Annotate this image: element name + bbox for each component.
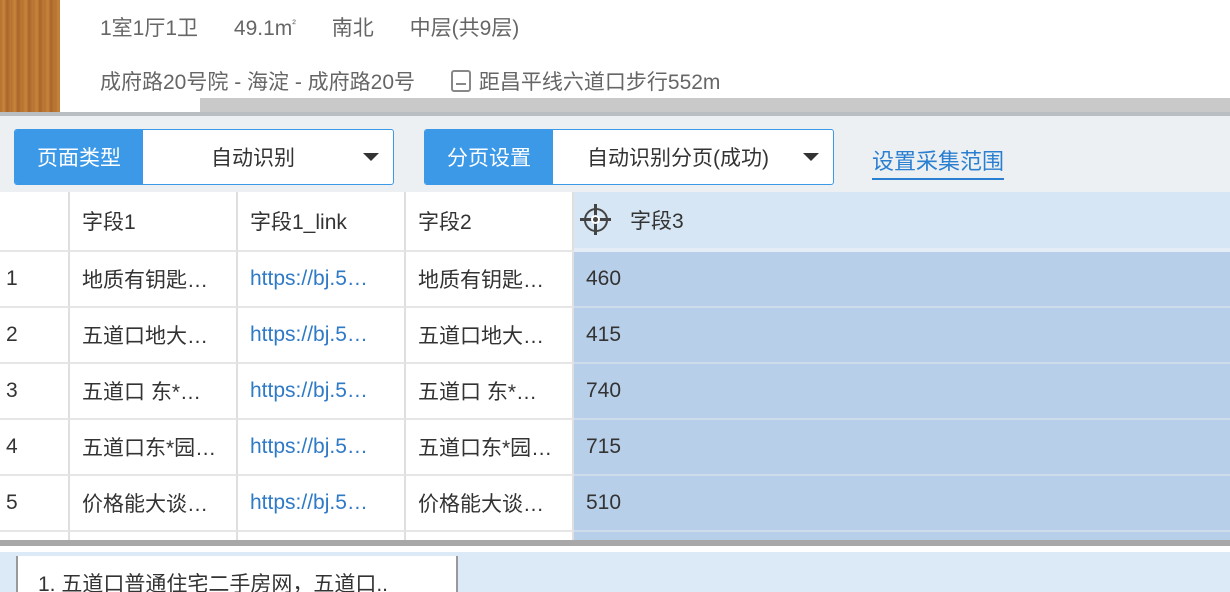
cell-field1-link[interactable]: https://bj.5… <box>238 252 406 308</box>
page-type-label: 页面类型 <box>15 130 143 184</box>
table-header: 字段1 字段1_link 字段2 字段3 <box>0 192 1230 252</box>
cell-text: 五道口地大… <box>418 325 544 348</box>
cell-field2[interactable]: 价格能大谈… <box>406 476 574 532</box>
listing-subway: 距昌平线六道口步行552m <box>478 71 721 94</box>
cell-field1 <box>70 532 238 540</box>
set-range-link[interactable]: 设置采集范围 <box>872 144 1005 180</box>
cell-text: 五道口东*园… <box>82 437 217 460</box>
cell-field1[interactable]: 价格能大谈… <box>70 476 238 532</box>
cell-text: 地质有钥匙… <box>82 269 208 292</box>
paging-value-text: 自动识别分页(成功) <box>587 147 769 170</box>
cell-field2[interactable]: 五道口东*园… <box>406 420 574 476</box>
cell-field3[interactable]: 740 <box>574 364 1230 420</box>
listing-floor: 中层(共9层) <box>409 17 520 40</box>
table-row-partial <box>0 532 1230 540</box>
header-index <box>0 192 70 252</box>
header-field3-label: 字段3 <box>630 210 684 233</box>
row-index <box>0 532 70 540</box>
paging-value[interactable]: 自动识别分页(成功) <box>553 130 833 184</box>
cell-text: 五道口地大… <box>82 325 208 348</box>
table-row[interactable]: 1 地质有钥匙… https://bj.5… 地质有钥匙… 460 <box>0 252 1230 308</box>
page-type-value-text: 自动识别 <box>211 147 295 170</box>
list-item[interactable]: 1. 五道口普通住宅二手房网，五道口.. <box>16 556 458 592</box>
cell-field1-link[interactable]: https://bj.5… <box>238 308 406 364</box>
cell-text: 地质有钥匙… <box>418 269 544 292</box>
header-field2[interactable]: 字段2 <box>406 192 574 252</box>
horizontal-scrollbar[interactable] <box>200 98 1230 112</box>
cell-field1-link[interactable]: https://bj.5… <box>238 364 406 420</box>
header-field1-link[interactable]: 字段1_link <box>238 192 406 252</box>
panel-resize-handle[interactable] <box>0 540 1230 552</box>
listing-area: 49.1m² <box>233 17 296 40</box>
header-field3[interactable]: 字段3 <box>574 192 1230 252</box>
cell-field2[interactable]: 地质有钥匙… <box>406 252 574 308</box>
cell-field1[interactable]: 地质有钥匙… <box>70 252 238 308</box>
page-type-select[interactable]: 页面类型 自动识别 <box>14 129 394 185</box>
cell-link[interactable]: https://bj.5… <box>250 267 404 291</box>
cell-field1[interactable]: 五道口 东*… <box>70 364 238 420</box>
row-index: 1 <box>0 252 70 308</box>
cell-field3[interactable]: 715 <box>574 420 1230 476</box>
cell-field1-link <box>238 532 406 540</box>
cell-field2[interactable]: 五道口 东*… <box>406 364 574 420</box>
row-index: 2 <box>0 308 70 364</box>
cell-text: 五道口 东*… <box>418 381 538 404</box>
result-list-panel: 1. 五道口普通住宅二手房网，五道口.. <box>0 552 1230 592</box>
cell-text: 价格能大谈… <box>418 493 544 516</box>
row-index: 3 <box>0 364 70 420</box>
listing-thumbnail <box>0 0 60 112</box>
row-index: 4 <box>0 420 70 476</box>
data-table: 字段1 字段1_link 字段2 字段3 1 地质有钥匙… https://bj… <box>0 192 1230 540</box>
scraper-window: 1室1厅1卫 49.1m² 南北 中层(共9层) 成府路20号院 - 海淀 - … <box>0 0 1230 592</box>
cell-field1-link[interactable]: https://bj.5… <box>238 476 406 532</box>
listing-address: 成府路20号院 - 海淀 - 成府路20号 <box>100 71 416 94</box>
chevron-down-icon <box>803 153 819 161</box>
paging-label: 分页设置 <box>425 130 553 184</box>
cell-field1[interactable]: 五道口东*园… <box>70 420 238 476</box>
chevron-down-icon <box>363 153 379 161</box>
cell-text: 五道口东*园… <box>418 437 553 460</box>
subway-icon <box>450 70 471 92</box>
cell-text: 价格能大谈… <box>82 493 208 516</box>
cell-field3[interactable]: 510 <box>574 476 1230 532</box>
toolbar: 页面类型 自动识别 分页设置 自动识别分页(成功) 设置采集范围 <box>0 112 1230 192</box>
table-row[interactable]: 5 价格能大谈… https://bj.5… 价格能大谈… 510 <box>0 476 1230 532</box>
cell-field3[interactable]: 460 <box>574 252 1230 308</box>
listing-orientation: 南北 <box>331 17 374 40</box>
table-row[interactable]: 2 五道口地大… https://bj.5… 五道口地大… 415 <box>0 308 1230 364</box>
crosshair-icon[interactable] <box>580 204 611 235</box>
cell-field3[interactable]: 415 <box>574 308 1230 364</box>
listing-attributes: 1室1厅1卫 49.1m² 南北 中层(共9层) <box>100 12 549 42</box>
cell-link[interactable]: https://bj.5… <box>250 491 404 515</box>
cell-text: 五道口 东*… <box>82 381 202 404</box>
cell-link[interactable]: https://bj.5… <box>250 379 404 403</box>
row-index: 5 <box>0 476 70 532</box>
table-row[interactable]: 4 五道口东*园… https://bj.5… 五道口东*园… 715 <box>0 420 1230 476</box>
cell-field2[interactable]: 五道口地大… <box>406 308 574 364</box>
paging-select[interactable]: 分页设置 自动识别分页(成功) <box>424 129 834 185</box>
listing-preview: 1室1厅1卫 49.1m² 南北 中层(共9层) 成府路20号院 - 海淀 - … <box>0 0 1230 112</box>
cell-field3 <box>574 532 1230 540</box>
listing-layout: 1室1厅1卫 <box>100 17 199 40</box>
cell-field2 <box>406 532 574 540</box>
header-field1[interactable]: 字段1 <box>70 192 238 252</box>
cell-field1[interactable]: 五道口地大… <box>70 308 238 364</box>
cell-field1-link[interactable]: https://bj.5… <box>238 420 406 476</box>
cell-link[interactable]: https://bj.5… <box>250 323 404 347</box>
table-row[interactable]: 3 五道口 东*… https://bj.5… 五道口 东*… 740 <box>0 364 1230 420</box>
cell-link[interactable]: https://bj.5… <box>250 435 404 459</box>
page-type-value[interactable]: 自动识别 <box>143 130 393 184</box>
listing-location: 成府路20号院 - 海淀 - 成府路20号 距昌平线六道口步行552m <box>100 66 720 96</box>
